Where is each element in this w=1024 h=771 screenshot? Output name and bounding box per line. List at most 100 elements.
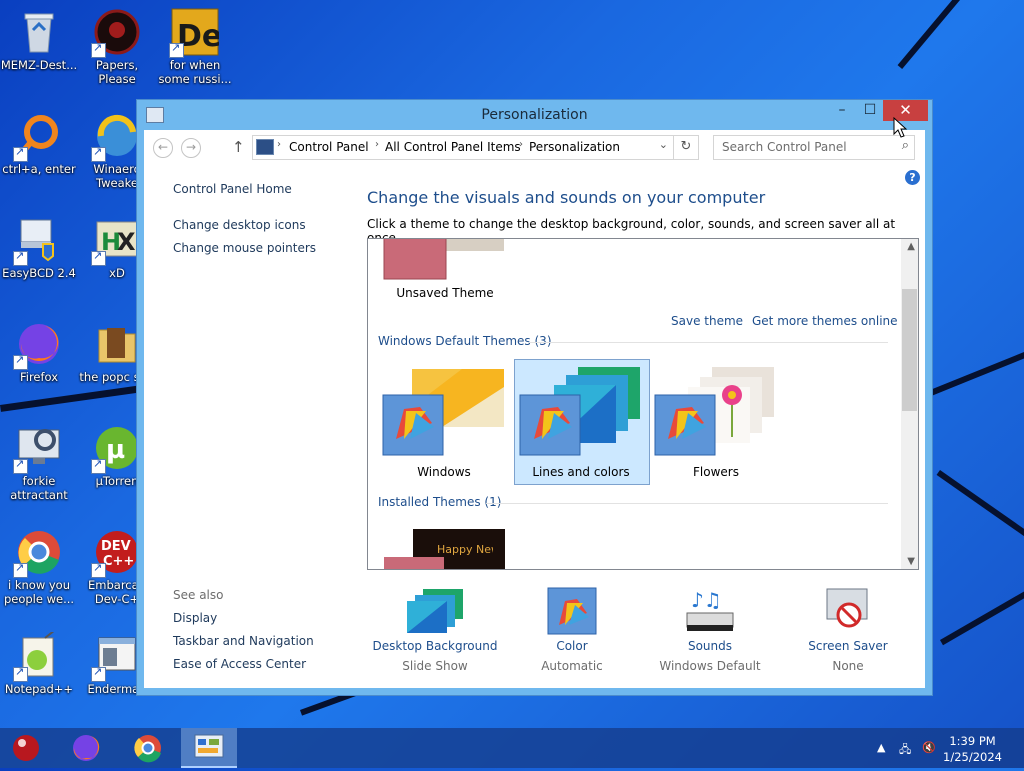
mouse-cursor-icon bbox=[893, 117, 908, 138]
desktop-icon-label: Firefox bbox=[19, 370, 59, 384]
display-link[interactable]: Display bbox=[173, 611, 217, 625]
desktop-icon-papers-please[interactable]: Papers, Please bbox=[78, 8, 156, 86]
network-icon[interactable]: 🖧 bbox=[899, 741, 911, 760]
theme-lines-and-colors[interactable] bbox=[518, 367, 644, 462]
theme-list-scrollbar[interactable]: ▲ ▼ bbox=[901, 239, 918, 569]
shortcut-arrow-icon bbox=[91, 145, 106, 162]
breadcrumb-control-panel[interactable]: Control Panel bbox=[289, 140, 369, 154]
desktop-icon-chrome[interactable]: i know you people we... bbox=[0, 528, 78, 606]
screen-saver-value: None bbox=[832, 659, 864, 673]
start-button[interactable] bbox=[0, 728, 56, 768]
color-option[interactable]: Color Automatic bbox=[514, 585, 630, 673]
color-title: Color bbox=[556, 639, 588, 653]
shortcut-arrow-icon bbox=[13, 665, 28, 682]
taskbar-firefox[interactable] bbox=[58, 728, 114, 768]
help-icon[interactable]: ? bbox=[905, 170, 920, 185]
chevron-right-icon[interactable]: › bbox=[519, 139, 523, 150]
screen-saver-option[interactable]: Screen Saver None bbox=[792, 585, 904, 673]
sounds-option[interactable]: ♪♫ Sounds Windows Default bbox=[644, 585, 776, 673]
control-panel-icon bbox=[256, 139, 274, 155]
breadcrumb-all-items[interactable]: All Control Panel Items bbox=[385, 140, 521, 154]
window-titlebar[interactable]: Personalization – ☐ ✕ bbox=[137, 100, 932, 130]
ease-of-access-link[interactable]: Ease of Access Center bbox=[173, 657, 306, 671]
scroll-up-icon[interactable]: ▲ bbox=[907, 241, 915, 252]
taskbar-clock[interactable]: 1:39 PM 1/25/2024 bbox=[943, 733, 1002, 765]
search-placeholder: Search Control Panel bbox=[722, 140, 847, 154]
desktop-icon-recycle-bin[interactable]: MEMZ-Dest... bbox=[0, 8, 78, 72]
breadcrumb-personalization[interactable]: Personalization bbox=[529, 140, 620, 154]
lines-and-colors-preview bbox=[519, 367, 640, 456]
window-title: Personalization bbox=[481, 107, 588, 123]
change-desktop-icons-link[interactable]: Change desktop icons bbox=[173, 218, 306, 232]
theme-flowers[interactable] bbox=[654, 367, 778, 462]
firefox-icon bbox=[13, 320, 63, 370]
utorrent-icon: µ bbox=[91, 424, 141, 474]
dev-cpp-icon: DEV C++ bbox=[91, 528, 141, 578]
control-panel-icon bbox=[194, 734, 224, 758]
desktop-icon-forkie[interactable]: forkie attractant bbox=[0, 424, 78, 502]
wallpaper-streak bbox=[930, 337, 1024, 396]
taskbar-chrome[interactable] bbox=[120, 728, 176, 768]
window-app-icon bbox=[91, 632, 141, 682]
clock-time: 1:39 PM bbox=[949, 734, 996, 748]
shortcut-arrow-icon bbox=[91, 561, 106, 578]
chevron-down-icon[interactable]: ⌄ bbox=[659, 138, 668, 151]
taskbar-navigation-link[interactable]: Taskbar and Navigation bbox=[173, 634, 314, 648]
back-button[interactable]: ← bbox=[153, 138, 173, 158]
unsaved-theme-preview bbox=[383, 239, 504, 280]
theme-label-lines-and-colors: Lines and colors bbox=[532, 465, 630, 479]
desktop-icon-ctrl-a[interactable]: ctrl+a, enter bbox=[0, 112, 78, 176]
personalization-window: Personalization – ☐ ✕ ← → ↑ › Control Pa… bbox=[136, 99, 933, 696]
show-hidden-icons-icon[interactable]: ▲ bbox=[877, 741, 885, 754]
folder-icon bbox=[93, 320, 141, 368]
desktop-icon-label: EasyBCD 2.4 bbox=[2, 266, 76, 280]
scrollbar-thumb[interactable] bbox=[902, 289, 917, 411]
clock-date: 1/25/2024 bbox=[943, 750, 1002, 764]
firefox-icon bbox=[73, 735, 100, 761]
control-panel-home-link[interactable]: Control Panel Home bbox=[173, 182, 292, 196]
desktop-icon-label: Notepad++ bbox=[4, 682, 74, 696]
scroll-down-icon[interactable]: ▼ bbox=[907, 556, 915, 567]
change-mouse-pointers-link[interactable]: Change mouse pointers bbox=[173, 241, 316, 255]
search-input[interactable]: Search Control Panel ⌕ bbox=[713, 135, 915, 160]
desktop-icon-label: forkie attractant bbox=[10, 474, 68, 502]
shortcut-arrow-icon bbox=[13, 561, 28, 578]
sounds-value: Windows Default bbox=[659, 659, 761, 673]
desktop-icon-firefox[interactable]: Firefox bbox=[0, 320, 78, 384]
desktop-icon-notepadpp[interactable]: Notepad++ bbox=[0, 629, 78, 696]
maximize-button[interactable]: ☐ bbox=[856, 100, 884, 121]
refresh-icon[interactable]: ↻ bbox=[673, 136, 698, 159]
chevron-right-icon[interactable]: › bbox=[375, 139, 379, 150]
taskbar: ▲ 🖧 🔇 1:39 PM 1/25/2024 bbox=[0, 728, 1024, 768]
save-theme-link[interactable]: Save theme bbox=[671, 314, 743, 328]
desktop-icon-for-when[interactable]: De for when some russi... bbox=[156, 8, 234, 86]
theme-label-windows: Windows bbox=[417, 465, 471, 479]
desktop-background-option[interactable]: Desktop Background Slide Show bbox=[366, 585, 504, 673]
volume-muted-icon[interactable]: 🔇 bbox=[922, 741, 936, 754]
start-orb-icon bbox=[13, 735, 39, 761]
chrome-icon bbox=[134, 735, 161, 763]
de-app-icon: De bbox=[169, 8, 222, 58]
recycle-bin-icon bbox=[15, 8, 63, 56]
up-button[interactable]: ↑ bbox=[232, 138, 245, 156]
desktop-icon-easybcd[interactable]: EasyBCD 2.4 bbox=[0, 216, 78, 280]
hex-editor-icon: HX bbox=[91, 216, 141, 266]
search-icon[interactable]: ⌕ bbox=[902, 138, 909, 153]
get-more-themes-link[interactable]: Get more themes online bbox=[752, 314, 898, 328]
shortcut-arrow-icon bbox=[13, 457, 28, 474]
see-also-heading: See also bbox=[173, 588, 224, 602]
desktop-icon-label: Papers, Please bbox=[95, 58, 139, 86]
taskbar-control-panel[interactable] bbox=[181, 728, 237, 768]
address-bar[interactable]: › Control Panel › All Control Panel Item… bbox=[252, 135, 699, 160]
forward-button[interactable]: → bbox=[181, 138, 201, 158]
shortcut-arrow-icon bbox=[13, 249, 28, 266]
default-themes-heading: Windows Default Themes (3) bbox=[378, 334, 552, 348]
theme-unsaved[interactable] bbox=[378, 239, 518, 293]
screen-saver-title: Screen Saver bbox=[808, 639, 888, 653]
wallpaper-streak bbox=[940, 580, 1024, 646]
installed-themes-heading: Installed Themes (1) bbox=[378, 495, 502, 509]
minimize-button[interactable]: – bbox=[828, 100, 856, 121]
theme-windows[interactable] bbox=[382, 367, 506, 462]
svg-text:X: X bbox=[117, 228, 136, 256]
theme-installed[interactable]: Happy New Year! bbox=[383, 529, 505, 569]
